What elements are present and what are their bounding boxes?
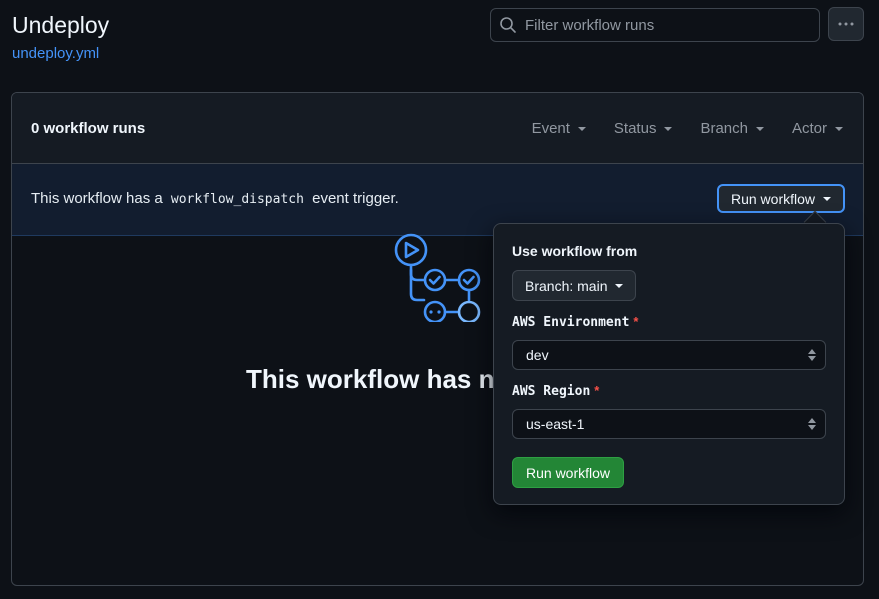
aws-environment-label: AWS Environment * [512, 314, 638, 330]
branch-select-label: Branch: main [525, 277, 608, 294]
branch-select-button[interactable]: Branch: main [512, 270, 637, 301]
required-mark: * [633, 314, 639, 329]
runs-count: 0 workflow runs [31, 120, 146, 137]
filter-label: Branch [700, 120, 748, 137]
caret-down-icon [823, 196, 831, 201]
run-workflow-toggle-label: Run workflow [730, 190, 815, 207]
filter-bar: Event Status Branch Actor [504, 120, 843, 137]
search-input[interactable] [525, 16, 819, 34]
field-label-text: AWS Environment [512, 315, 630, 330]
filter-label: Event [531, 120, 570, 137]
filter-branch[interactable]: Branch [700, 120, 764, 137]
popover-heading: Use workflow from [512, 243, 638, 259]
search-box[interactable] [490, 8, 820, 42]
filter-event[interactable]: Event [532, 120, 586, 137]
required-mark: * [594, 383, 600, 398]
run-workflow-toggle-button[interactable]: Run workflow [716, 184, 845, 213]
dispatch-text-after: event trigger. [312, 190, 399, 207]
select-value: us-east-1 [526, 416, 585, 432]
runs-header: 0 workflow runs Event Status Branch Acto… [12, 93, 863, 164]
select-value: dev [526, 347, 549, 363]
select-arrows-icon [808, 349, 816, 361]
select-arrows-icon [808, 418, 816, 430]
field-label-text: AWS Region [512, 384, 591, 399]
filter-actor[interactable]: Actor [792, 120, 843, 137]
caret-down-icon [615, 283, 624, 288]
more-options-button[interactable] [828, 7, 864, 41]
workflow-file-link[interactable]: undeploy.yml [12, 45, 99, 62]
filter-label: Status [613, 120, 657, 137]
dispatch-code: workflow_dispatch [170, 192, 304, 207]
run-workflow-popover: Use workflow from Branch: main AWS Envir… [493, 223, 845, 505]
aws-region-label: AWS Region * [512, 383, 599, 399]
page-title: Undeploy [12, 12, 110, 38]
workflow-graph-icon [394, 233, 481, 322]
caret-down-icon [577, 126, 586, 131]
filter-status[interactable]: Status [614, 120, 673, 137]
aws-region-select[interactable]: us-east-1 [512, 409, 826, 439]
caret-down-icon [755, 126, 764, 131]
dispatch-text-before: This workflow has a [31, 190, 163, 207]
dispatch-text: This workflow has a workflow_dispatch ev… [31, 190, 399, 207]
caret-down-icon [835, 126, 843, 131]
caret-down-icon [664, 126, 673, 131]
run-workflow-submit-button[interactable]: Run workflow [512, 457, 625, 488]
empty-state-title: This workflow has n [246, 364, 495, 394]
filter-label: Actor [791, 120, 827, 137]
aws-environment-select[interactable]: dev [512, 340, 826, 370]
kebab-horizontal-icon [838, 22, 854, 26]
search-icon [500, 17, 516, 33]
